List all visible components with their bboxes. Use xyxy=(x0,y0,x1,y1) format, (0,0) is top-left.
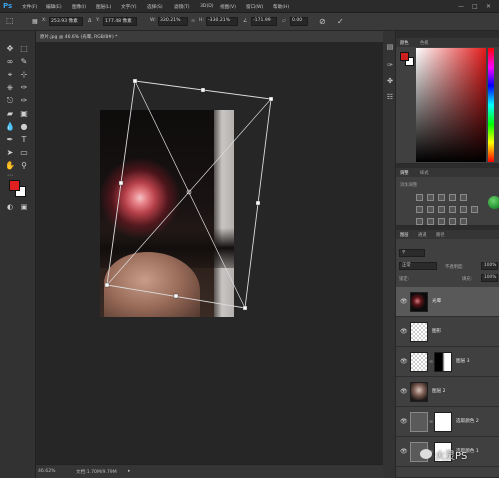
layer-name[interactable]: 图层 3 xyxy=(456,358,470,364)
status-menu-arrow-icon[interactable]: ▸ xyxy=(128,469,130,474)
adjustment-layer-icon xyxy=(410,412,428,432)
layer-thumbnail xyxy=(410,292,428,312)
color-panel-tabs: 颜色 色板 xyxy=(396,38,499,47)
layer-thumbnail xyxy=(410,382,428,402)
add-style-button[interactable] xyxy=(488,196,499,209)
add-adjustment-label: 添加调整 xyxy=(400,183,418,188)
tab-color[interactable]: 颜色 xyxy=(400,40,409,46)
posterize-adjust-icon[interactable] xyxy=(427,218,434,225)
layer-name[interactable]: 图层 2 xyxy=(432,388,446,394)
invert-adjust-icon[interactable] xyxy=(416,218,423,225)
layer-thumbnail xyxy=(410,322,428,342)
layer-row-glow[interactable]: 👁 光晕 xyxy=(396,287,499,317)
fill-field[interactable]: 100% xyxy=(481,274,498,282)
gradient-map-adjust-icon[interactable] xyxy=(449,218,456,225)
transform-diagonal-1 xyxy=(134,80,246,309)
fill-label: 填充: xyxy=(462,277,473,282)
adjustments-panel-tabs: 调整 样式 xyxy=(396,168,499,177)
layer-name[interactable]: 光晕 xyxy=(432,298,441,304)
adjustments-panel: 调整 样式 添加调整 xyxy=(396,168,499,226)
hue-saturation-adjust-icon[interactable] xyxy=(416,206,423,213)
layer-row-layer-2[interactable]: 👁 图层 2 xyxy=(396,377,499,407)
visibility-eye-icon[interactable]: 👁 xyxy=(400,448,408,455)
lock-label: 锁定: xyxy=(399,277,410,282)
handle-bottom-left[interactable] xyxy=(104,282,110,288)
properties-panel-icon[interactable]: ☷ xyxy=(386,93,394,101)
transform-diagonal-2 xyxy=(106,98,272,286)
foreground-color-swatch[interactable] xyxy=(9,180,20,191)
mask-link-icon[interactable]: ∞ xyxy=(429,419,433,425)
brightness-adjust-icon[interactable] xyxy=(416,194,423,201)
handle-top-left[interactable] xyxy=(132,78,138,84)
color-lookup-adjust-icon[interactable] xyxy=(471,206,478,213)
visibility-eye-icon[interactable]: 👁 xyxy=(400,328,408,335)
color-picker-field[interactable] xyxy=(416,48,486,162)
watermark-text: 火灵PS xyxy=(435,451,468,462)
curves-adjust-icon[interactable] xyxy=(438,194,445,201)
tab-styles[interactable]: 样式 xyxy=(420,170,429,176)
layer-mask-thumbnail[interactable] xyxy=(434,352,452,372)
handle-bottom-right[interactable] xyxy=(242,305,248,311)
blend-mode-select[interactable]: 正常 xyxy=(399,262,437,270)
color-balance-adjust-icon[interactable] xyxy=(427,206,434,213)
color-panel-foreground-swatch[interactable] xyxy=(400,52,409,61)
layer-name[interactable]: 图形 xyxy=(432,328,441,334)
tab-adjustments[interactable]: 调整 xyxy=(400,170,409,176)
transform-bounding-box[interactable] xyxy=(106,80,272,309)
threshold-adjust-icon[interactable] xyxy=(438,218,445,225)
levels-adjust-icon[interactable] xyxy=(427,194,434,201)
zoom-level[interactable]: 46.62% xyxy=(38,469,56,474)
layer-row-graphic[interactable]: 👁 图形 xyxy=(396,317,499,347)
visibility-eye-icon[interactable]: 👁 xyxy=(400,388,408,395)
layer-thumbnail xyxy=(410,352,428,372)
tab-paths[interactable]: 路径 xyxy=(436,232,445,238)
handle-bottom-middle[interactable] xyxy=(173,293,179,299)
opacity-label: 不透明度: xyxy=(445,265,464,270)
layer-name[interactable]: 选取颜色 2 xyxy=(456,418,479,424)
layer-filter-select[interactable]: ⚲ xyxy=(399,249,425,257)
tab-swatches[interactable]: 色板 xyxy=(420,40,429,46)
photo-filter-adjust-icon[interactable] xyxy=(449,206,456,213)
vibrance-adjust-icon[interactable] xyxy=(460,194,467,201)
mask-link-icon[interactable]: ∞ xyxy=(429,359,433,365)
exposure-adjust-icon[interactable] xyxy=(449,194,456,201)
handle-top-middle[interactable] xyxy=(200,87,206,93)
handle-middle-right[interactable] xyxy=(255,200,261,206)
layer-row-layer-3[interactable]: 👁 ∞ 图层 3 xyxy=(396,347,499,377)
status-bar: 46.62% 文档:1.70M/9.79M ▸ xyxy=(36,464,383,478)
layer-mask-thumbnail[interactable] xyxy=(434,412,452,432)
layer-row-selective-color-2[interactable]: 👁 ∞ 选取颜色 2 xyxy=(396,407,499,437)
visibility-eye-icon[interactable]: 👁 xyxy=(400,298,408,305)
brush-panel-icon[interactable]: ✑ xyxy=(386,61,394,69)
collapsed-panel-icons: ▤ ✑ ✤ ☷ xyxy=(383,31,396,478)
tab-layers[interactable]: 图层 xyxy=(400,232,409,238)
handle-middle-left[interactable] xyxy=(118,180,124,186)
black-white-adjust-icon[interactable] xyxy=(438,206,445,213)
visibility-eye-icon[interactable]: 👁 xyxy=(400,358,408,365)
opacity-field[interactable]: 100% xyxy=(481,262,498,270)
selective-color-adjust-icon[interactable] xyxy=(460,218,467,225)
handle-top-right[interactable] xyxy=(268,96,274,102)
visibility-eye-icon[interactable]: 👁 xyxy=(400,418,408,425)
document-size-info: 文档:1.70M/9.79M xyxy=(76,470,117,475)
hue-slider[interactable] xyxy=(488,48,494,162)
history-panel-icon[interactable]: ▤ xyxy=(386,43,394,51)
brush-presets-icon[interactable]: ✤ xyxy=(386,77,394,85)
watermark-logo-icon xyxy=(420,449,432,459)
tab-channels[interactable]: 通道 xyxy=(418,232,427,238)
channel-mixer-adjust-icon[interactable] xyxy=(460,206,467,213)
layers-panel-tabs: 图层 通道 路径 xyxy=(396,230,499,239)
